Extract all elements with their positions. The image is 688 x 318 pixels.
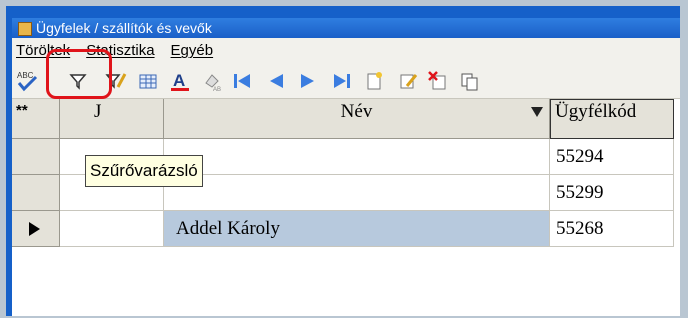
edit-record-icon[interactable]	[396, 69, 420, 93]
svg-text:AB: AB	[213, 87, 221, 93]
table-cell-code[interactable]: 55268	[550, 211, 674, 247]
menu-egyeb[interactable]: Egyéb	[171, 38, 214, 64]
table-cell-code[interactable]: 55299	[550, 175, 674, 211]
row-selector[interactable]	[12, 139, 60, 175]
current-row-arrow-icon	[29, 222, 40, 236]
sort-arrow-icon	[531, 107, 543, 117]
table-row[interactable]: Addel Károly 55268	[12, 211, 680, 247]
svg-text:ABC: ABC	[17, 71, 34, 80]
previous-record-icon[interactable]	[264, 69, 288, 93]
grid-corner-header[interactable]: **	[12, 99, 60, 139]
app-icon	[18, 22, 32, 36]
column-header-name-label: Név	[340, 101, 373, 122]
column-header-name[interactable]: Név	[164, 99, 550, 139]
row-selector[interactable]	[12, 175, 60, 211]
table-cell-name[interactable]	[164, 175, 550, 211]
first-record-icon[interactable]	[230, 69, 254, 93]
last-record-icon[interactable]	[330, 69, 354, 93]
row-selector[interactable]	[12, 211, 60, 247]
delete-record-icon[interactable]	[426, 69, 450, 93]
column-header-code[interactable]: Ügyfélkód	[550, 99, 674, 139]
table-cell-name[interactable]	[164, 139, 550, 175]
menu-bar: Töröltek Statisztika Egyéb	[12, 38, 680, 64]
filter-wizard-tooltip: Szűrővarázsló	[85, 155, 203, 187]
window-title: Ügyfelek / szállítók és vevők	[36, 20, 212, 36]
table-cell-name[interactable]: Addel Károly	[164, 211, 550, 247]
toolbar: ABC A AB	[12, 64, 680, 99]
filter-button-highlight	[46, 49, 112, 99]
next-record-icon[interactable]	[296, 69, 320, 93]
copy-icon[interactable]	[458, 69, 482, 93]
column-header-1[interactable]: J	[60, 99, 164, 139]
font-color-icon[interactable]: A	[168, 69, 192, 93]
new-record-icon[interactable]	[362, 69, 386, 93]
svg-text:A: A	[173, 71, 185, 90]
spellcheck-icon[interactable]: ABC	[16, 69, 40, 93]
title-bar: Ügyfelek / szállítók és vevők	[12, 18, 680, 38]
data-grid: ** J Név Ügyfélkód 55294 55299 Addel Kár…	[12, 99, 680, 316]
table-cell-code[interactable]: 55294	[550, 139, 674, 175]
highlight-icon[interactable]: AB	[200, 69, 224, 93]
table-cell-col1[interactable]	[60, 211, 164, 247]
grid-icon[interactable]	[136, 69, 160, 93]
